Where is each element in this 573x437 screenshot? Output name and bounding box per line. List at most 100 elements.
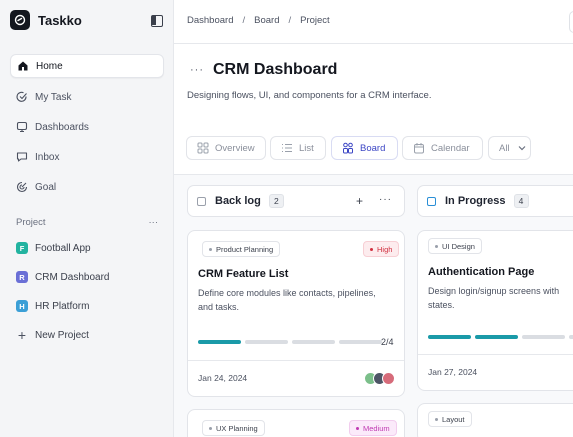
assignee-avatars[interactable] [364, 372, 395, 385]
tag-dot-icon [209, 426, 212, 430]
tab-board[interactable]: Board [331, 136, 398, 160]
breadcrumb-dashboard[interactable]: Dashboard [187, 15, 233, 26]
priority-label: Medium [363, 423, 390, 433]
progress-segment [339, 340, 382, 344]
task-card[interactable]: Layout [417, 403, 573, 437]
sidebar-item-inbox[interactable]: Inbox [10, 145, 164, 169]
priority-dot-icon [356, 426, 359, 430]
tag-label: UI Design [442, 241, 475, 251]
column-actions: + ··· [340, 194, 392, 208]
project-item-crm-dashboard[interactable]: R CRM Dashboard [16, 271, 109, 283]
top-bar: Dashboard / Board / Project [174, 0, 573, 44]
title-more-icon[interactable]: ··· [190, 64, 204, 76]
due-date: Jan 24, 2024 [198, 373, 248, 383]
card-footer: Jan 27, 2024 [418, 354, 573, 390]
project-more-icon[interactable]: ··· [149, 217, 159, 228]
project-badge: R [16, 271, 28, 283]
sidebar-item-goal[interactable]: Goal [10, 175, 164, 199]
column-header-in-progress: In Progress 4 [417, 185, 573, 217]
monitor-icon [16, 121, 28, 133]
sidebar-item-label: Goal [35, 181, 57, 193]
tag-label: Layout [442, 414, 465, 424]
tag-dot-icon [209, 247, 212, 251]
tag-label: Product Planning [216, 244, 274, 254]
card-description: Define core modules like contacts, pipel… [198, 286, 398, 314]
project-badge: H [16, 300, 28, 312]
project-section-header: Project ··· [16, 217, 158, 228]
card-footer: Jan 24, 2024 [188, 360, 404, 396]
progress-segment [245, 340, 288, 344]
card-tag: Layout [428, 411, 472, 427]
task-card[interactable]: Product Planning High CRM Feature List D… [187, 230, 405, 397]
page-description: Designing flows, UI, and components for … [187, 90, 432, 101]
topbar-action-button[interactable] [569, 11, 573, 33]
progress-segment [475, 335, 518, 339]
progress-segment [569, 335, 573, 339]
page-title: CRM Dashboard [213, 61, 338, 78]
column-more-icon[interactable]: ··· [379, 194, 392, 208]
sidebar-item-label: Home [36, 60, 63, 72]
progress-count: 2/4 [381, 337, 394, 347]
breadcrumb-board[interactable]: Board [254, 15, 279, 26]
filter-label: All [499, 142, 510, 154]
calendar-icon [413, 142, 425, 154]
sidebar-toggle-icon[interactable] [151, 15, 163, 27]
column-count-badge: 2 [268, 194, 284, 208]
tab-list[interactable]: List [270, 136, 326, 160]
sidebar-item-dashboards[interactable]: Dashboards [10, 115, 164, 139]
task-card[interactable]: UX Planning Medium [187, 409, 405, 437]
check-circle-icon [16, 91, 28, 103]
project-badge: F [16, 242, 28, 254]
new-project-label: New Project [35, 329, 89, 341]
add-card-icon[interactable]: + [356, 194, 363, 208]
grid-icon [197, 142, 209, 154]
column-count-badge: 4 [513, 194, 529, 208]
breadcrumb: Dashboard / Board / Project [187, 15, 330, 26]
sidebar-item-my-task[interactable]: My Task [10, 85, 164, 109]
sidebar-item-home[interactable]: Home [10, 54, 164, 78]
column-checkbox[interactable] [427, 196, 436, 206]
priority-label: High [377, 244, 393, 254]
taskko-logo-icon [10, 10, 30, 30]
plus-icon: + [17, 327, 27, 343]
card-tag: Product Planning [202, 241, 281, 257]
sidebar: Taskko Home My Task Dashboards Inbox Goa… [0, 0, 174, 437]
card-tag: UX Planning [202, 420, 265, 436]
progress-segment [522, 335, 565, 339]
description-line: states. [428, 300, 455, 310]
due-date: Jan 27, 2024 [428, 367, 478, 377]
progress-segment [198, 340, 241, 344]
progress-bar [198, 340, 382, 344]
tag-dot-icon [435, 244, 438, 248]
avatar [382, 372, 395, 385]
brand[interactable]: Taskko [10, 10, 82, 30]
description-line: Define core modules like contacts, pipel… [198, 288, 376, 298]
breadcrumb-separator: / [288, 15, 292, 26]
project-label: CRM Dashboard [35, 271, 110, 283]
tab-label: Calendar [431, 142, 470, 154]
column-title: Back log [215, 195, 261, 207]
task-card[interactable]: UI Design Authentication Page Design log… [417, 230, 573, 391]
column-checkbox[interactable] [197, 196, 206, 206]
project-label: HR Platform [35, 300, 90, 312]
chevron-down-icon [516, 142, 528, 154]
filter-select[interactable]: All [488, 136, 531, 160]
new-project-button[interactable]: + New Project [16, 327, 89, 343]
progress-bar [428, 335, 573, 339]
card-tag: UI Design [428, 238, 482, 254]
project-label: Football App [35, 242, 91, 254]
tab-calendar[interactable]: Calendar [402, 136, 483, 160]
tab-overview[interactable]: Overview [186, 136, 266, 160]
home-icon [17, 60, 29, 72]
description-line: and tasks. [198, 302, 240, 312]
chat-icon [16, 151, 28, 163]
column-header-backlog: Back log 2 + ··· [187, 185, 405, 217]
tag-label: UX Planning [216, 423, 258, 433]
project-item-football-app[interactable]: F Football App [16, 242, 91, 254]
card-description: Design login/signup screens with states. [428, 284, 573, 312]
breadcrumb-project[interactable]: Project [300, 15, 330, 26]
project-item-hr-platform[interactable]: H HR Platform [16, 300, 89, 312]
column-title: In Progress [445, 195, 506, 207]
tab-label: Board [360, 142, 386, 154]
tab-label: List [299, 142, 314, 154]
